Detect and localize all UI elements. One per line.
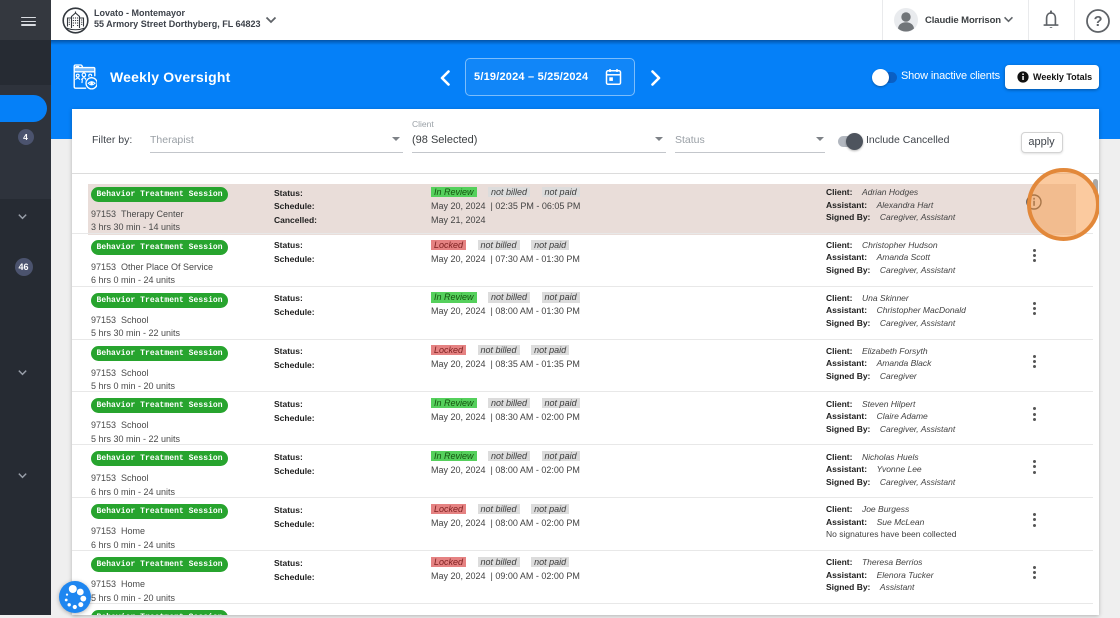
- svg-text:?: ?: [1093, 14, 1102, 30]
